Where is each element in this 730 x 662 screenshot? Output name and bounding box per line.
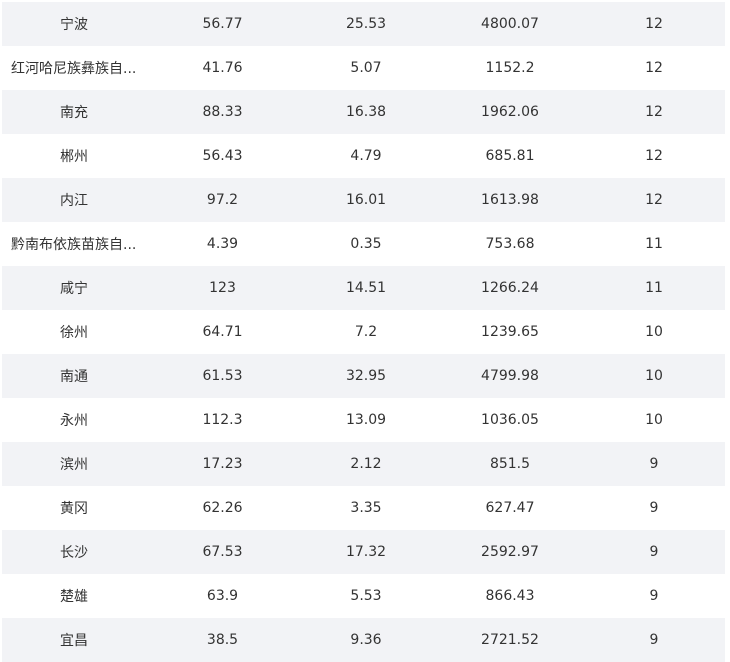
city-cell: 徐州 bbox=[2, 310, 150, 354]
value-3-cell: 851.5 bbox=[437, 442, 583, 486]
table-body: 宁波 56.77 25.53 4800.07 12 红河哈尼族彝族自... 41… bbox=[2, 2, 725, 662]
table-row: 黄冈 62.26 3.35 627.47 9 bbox=[2, 486, 725, 530]
value-1-cell: 62.26 bbox=[150, 486, 295, 530]
value-3-cell: 1266.24 bbox=[437, 266, 583, 310]
table-row: 徐州 64.71 7.2 1239.65 10 bbox=[2, 310, 725, 354]
value-4-cell: 12 bbox=[583, 2, 725, 46]
city-cell: 宁波 bbox=[2, 2, 150, 46]
value-4-cell: 9 bbox=[583, 442, 725, 486]
city-cell: 郴州 bbox=[2, 134, 150, 178]
value-3-cell: 866.43 bbox=[437, 574, 583, 618]
value-2-cell: 2.12 bbox=[295, 442, 437, 486]
table-row: 滨州 17.23 2.12 851.5 9 bbox=[2, 442, 725, 486]
value-4-cell: 12 bbox=[583, 46, 725, 90]
city-cell: 滨州 bbox=[2, 442, 150, 486]
city-data-table: 宁波 56.77 25.53 4800.07 12 红河哈尼族彝族自... 41… bbox=[2, 2, 725, 662]
value-1-cell: 97.2 bbox=[150, 178, 295, 222]
city-cell: 内江 bbox=[2, 178, 150, 222]
value-4-cell: 12 bbox=[583, 134, 725, 178]
value-1-cell: 88.33 bbox=[150, 90, 295, 134]
value-2-cell: 4.79 bbox=[295, 134, 437, 178]
value-4-cell: 11 bbox=[583, 266, 725, 310]
table-row: 南充 88.33 16.38 1962.06 12 bbox=[2, 90, 725, 134]
value-3-cell: 4800.07 bbox=[437, 2, 583, 46]
value-2-cell: 14.51 bbox=[295, 266, 437, 310]
value-1-cell: 4.39 bbox=[150, 222, 295, 266]
city-cell: 南通 bbox=[2, 354, 150, 398]
table-row: 永州 112.3 13.09 1036.05 10 bbox=[2, 398, 725, 442]
value-3-cell: 1613.98 bbox=[437, 178, 583, 222]
value-1-cell: 63.9 bbox=[150, 574, 295, 618]
city-cell: 黔南布依族苗族自... bbox=[2, 222, 150, 266]
value-4-cell: 10 bbox=[583, 310, 725, 354]
city-cell: 南充 bbox=[2, 90, 150, 134]
value-1-cell: 123 bbox=[150, 266, 295, 310]
value-3-cell: 1239.65 bbox=[437, 310, 583, 354]
city-cell: 宜昌 bbox=[2, 618, 150, 662]
city-cell: 黄冈 bbox=[2, 486, 150, 530]
value-4-cell: 9 bbox=[583, 530, 725, 574]
table-row: 红河哈尼族彝族自... 41.76 5.07 1152.2 12 bbox=[2, 46, 725, 90]
city-cell: 咸宁 bbox=[2, 266, 150, 310]
value-3-cell: 753.68 bbox=[437, 222, 583, 266]
value-2-cell: 25.53 bbox=[295, 2, 437, 46]
table-row: 宜昌 38.5 9.36 2721.52 9 bbox=[2, 618, 725, 662]
value-2-cell: 17.32 bbox=[295, 530, 437, 574]
value-2-cell: 5.07 bbox=[295, 46, 437, 90]
value-2-cell: 0.35 bbox=[295, 222, 437, 266]
value-1-cell: 17.23 bbox=[150, 442, 295, 486]
value-1-cell: 67.53 bbox=[150, 530, 295, 574]
value-3-cell: 2592.97 bbox=[437, 530, 583, 574]
value-3-cell: 1152.2 bbox=[437, 46, 583, 90]
value-4-cell: 10 bbox=[583, 398, 725, 442]
value-2-cell: 16.38 bbox=[295, 90, 437, 134]
table-row: 宁波 56.77 25.53 4800.07 12 bbox=[2, 2, 725, 46]
value-4-cell: 11 bbox=[583, 222, 725, 266]
table-row: 内江 97.2 16.01 1613.98 12 bbox=[2, 178, 725, 222]
value-2-cell: 32.95 bbox=[295, 354, 437, 398]
value-2-cell: 16.01 bbox=[295, 178, 437, 222]
value-4-cell: 12 bbox=[583, 90, 725, 134]
value-1-cell: 56.77 bbox=[150, 2, 295, 46]
value-1-cell: 61.53 bbox=[150, 354, 295, 398]
value-1-cell: 56.43 bbox=[150, 134, 295, 178]
value-1-cell: 38.5 bbox=[150, 618, 295, 662]
value-4-cell: 9 bbox=[583, 574, 725, 618]
city-cell: 永州 bbox=[2, 398, 150, 442]
value-3-cell: 4799.98 bbox=[437, 354, 583, 398]
value-2-cell: 7.2 bbox=[295, 310, 437, 354]
value-2-cell: 9.36 bbox=[295, 618, 437, 662]
value-3-cell: 627.47 bbox=[437, 486, 583, 530]
value-3-cell: 1036.05 bbox=[437, 398, 583, 442]
value-1-cell: 64.71 bbox=[150, 310, 295, 354]
value-1-cell: 112.3 bbox=[150, 398, 295, 442]
table-row: 郴州 56.43 4.79 685.81 12 bbox=[2, 134, 725, 178]
value-4-cell: 9 bbox=[583, 618, 725, 662]
city-cell: 长沙 bbox=[2, 530, 150, 574]
value-2-cell: 3.35 bbox=[295, 486, 437, 530]
value-2-cell: 13.09 bbox=[295, 398, 437, 442]
table-row: 黔南布依族苗族自... 4.39 0.35 753.68 11 bbox=[2, 222, 725, 266]
value-3-cell: 1962.06 bbox=[437, 90, 583, 134]
value-4-cell: 12 bbox=[583, 178, 725, 222]
value-3-cell: 685.81 bbox=[437, 134, 583, 178]
table-row: 咸宁 123 14.51 1266.24 11 bbox=[2, 266, 725, 310]
value-1-cell: 41.76 bbox=[150, 46, 295, 90]
city-cell: 红河哈尼族彝族自... bbox=[2, 46, 150, 90]
value-3-cell: 2721.52 bbox=[437, 618, 583, 662]
value-4-cell: 9 bbox=[583, 486, 725, 530]
value-4-cell: 10 bbox=[583, 354, 725, 398]
city-cell: 楚雄 bbox=[2, 574, 150, 618]
value-2-cell: 5.53 bbox=[295, 574, 437, 618]
table-row: 长沙 67.53 17.32 2592.97 9 bbox=[2, 530, 725, 574]
table-row: 南通 61.53 32.95 4799.98 10 bbox=[2, 354, 725, 398]
table-row: 楚雄 63.9 5.53 866.43 9 bbox=[2, 574, 725, 618]
